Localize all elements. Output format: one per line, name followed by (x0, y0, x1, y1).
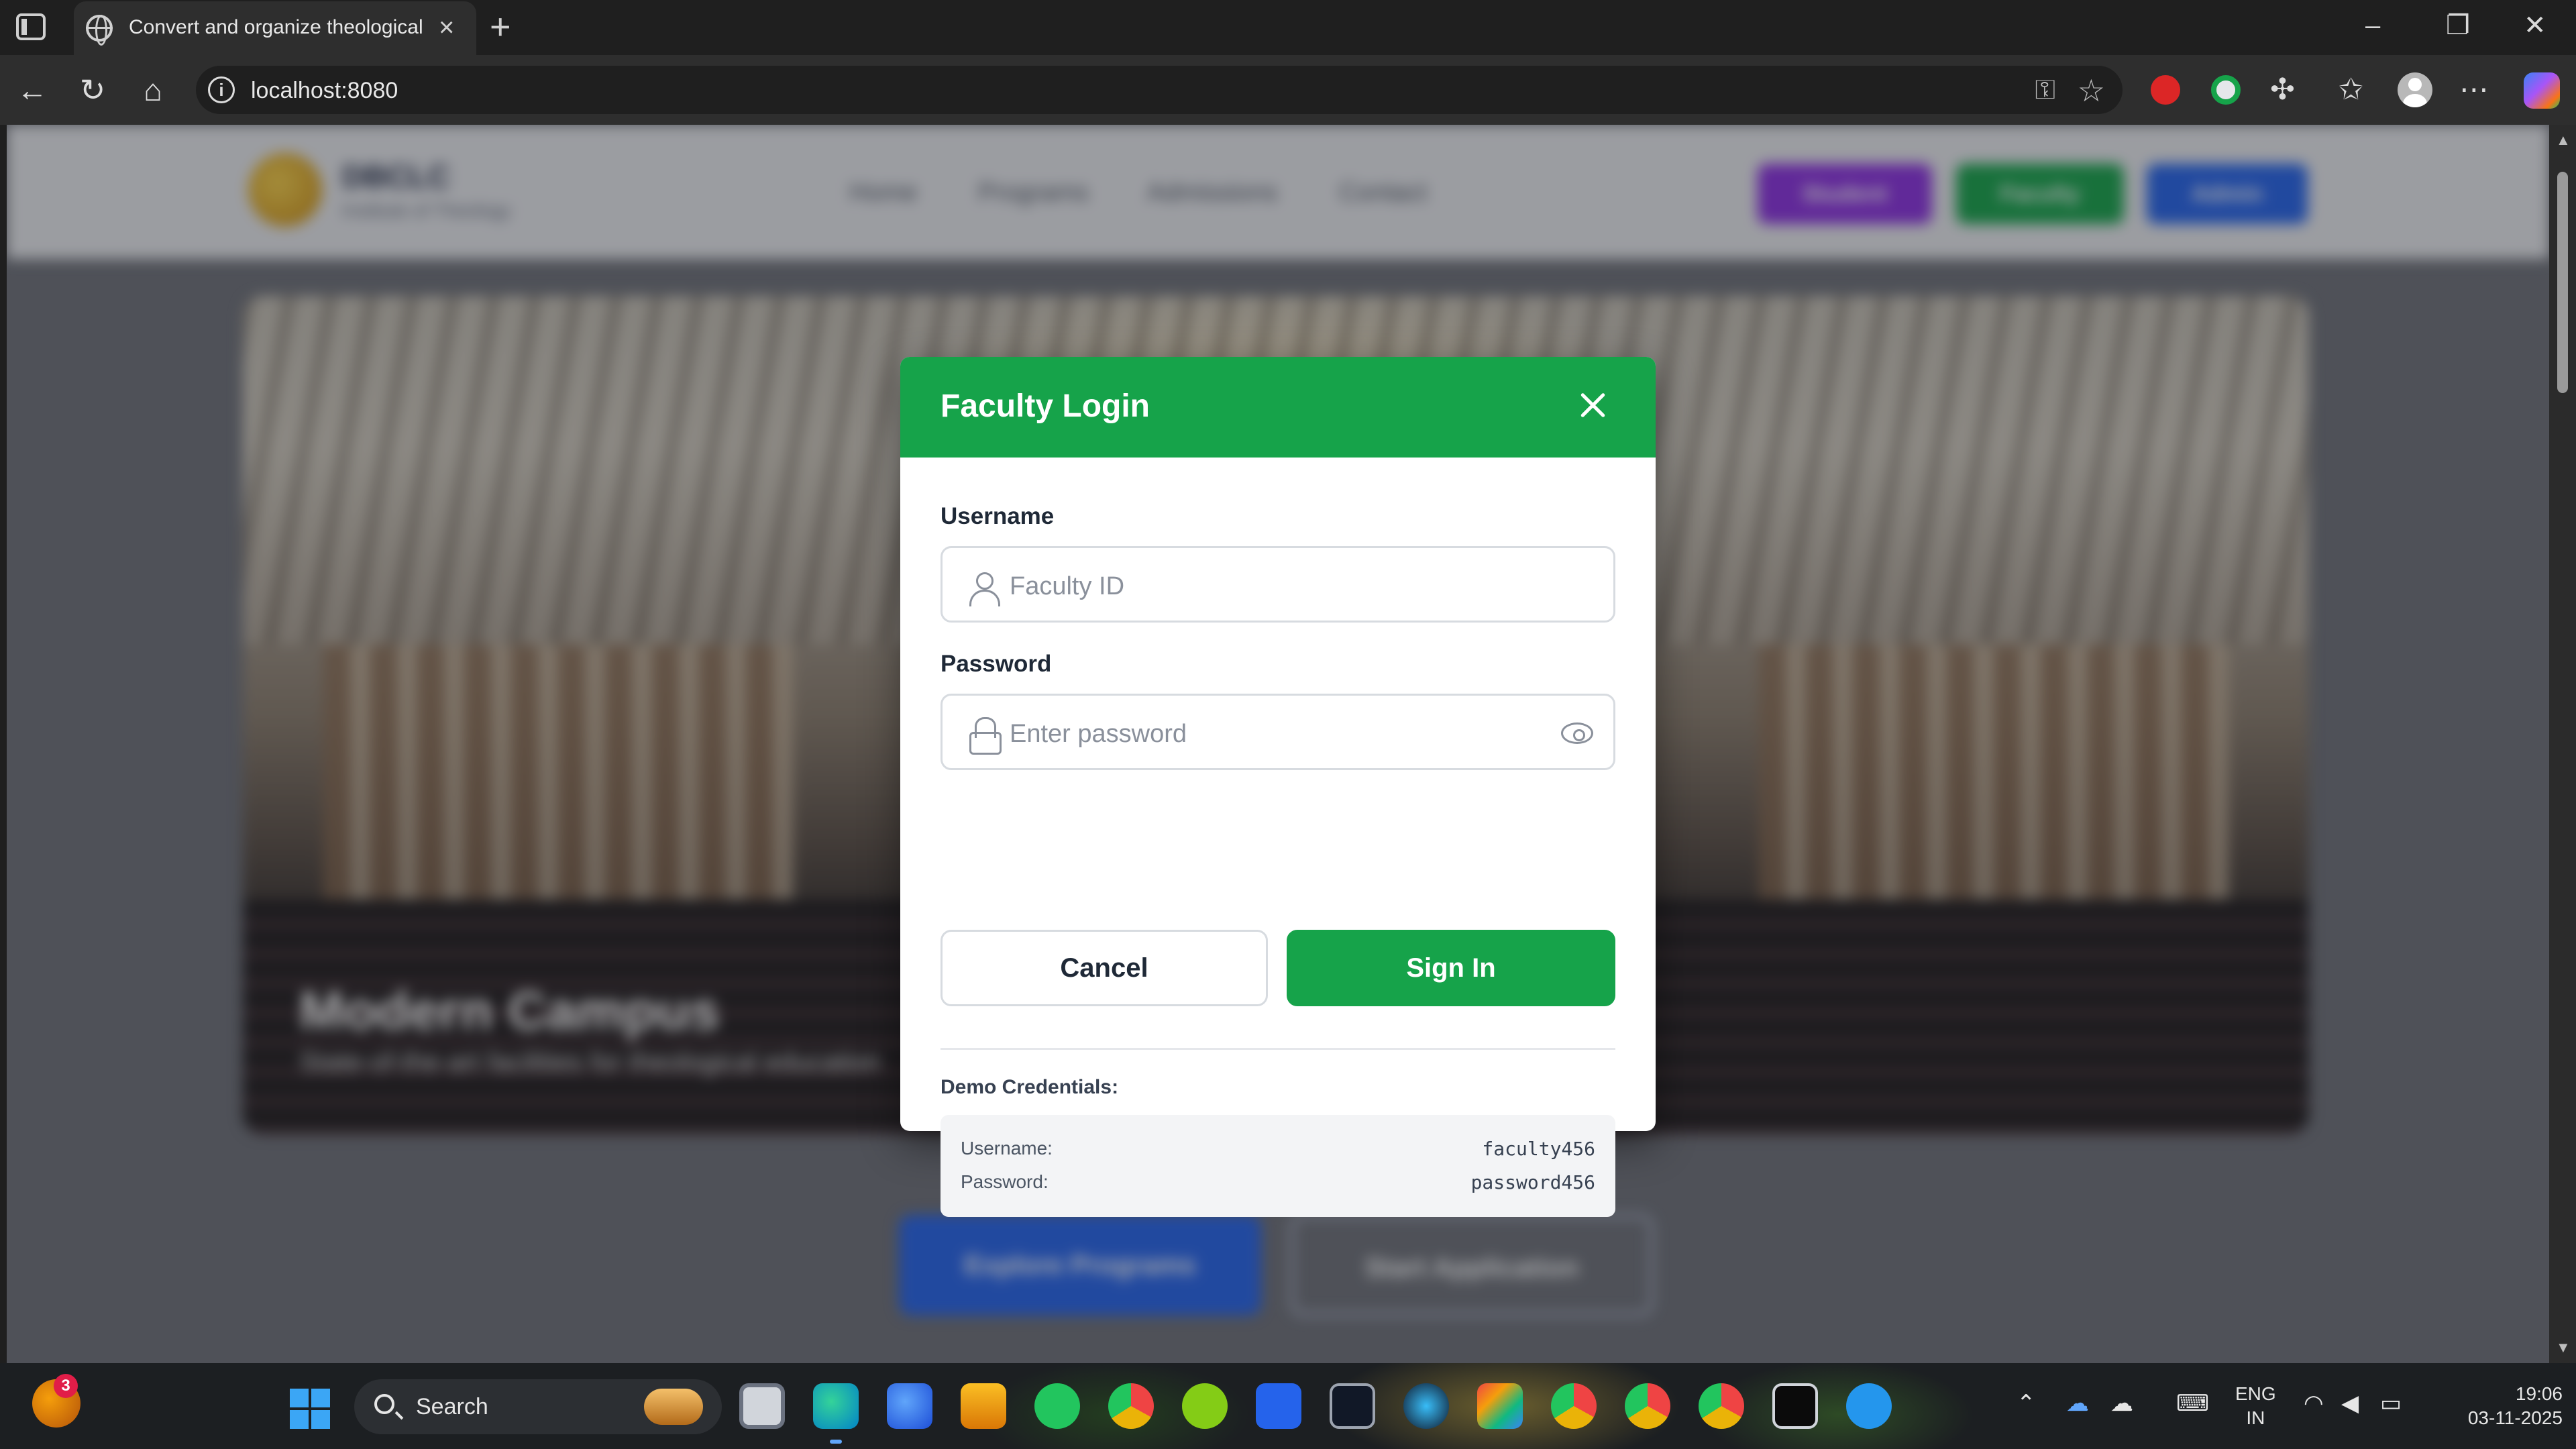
running-indicator (830, 1440, 842, 1444)
window-close-button[interactable]: ✕ (2524, 5, 2546, 46)
lock-icon (969, 717, 1002, 755)
tab-title: Convert and organize theological (129, 16, 423, 38)
volume-icon[interactable]: ◀ (2341, 1390, 2359, 1417)
search-label: Search (416, 1394, 488, 1419)
favorite-star-icon[interactable]: ☆ (2078, 72, 2105, 109)
docker-icon[interactable] (1846, 1383, 1892, 1429)
demo-credentials-box: Username: faculty456 Password: password4… (941, 1115, 1615, 1217)
tab-close-icon[interactable]: × (439, 11, 454, 44)
windows-taskbar: 3 Search ⌃ ☁ ☁ ⌨ ENG IN ◠ ◀ ▭ 19:06 03-1… (0, 1363, 2576, 1449)
file-explorer-icon[interactable] (961, 1383, 1006, 1429)
search-app-icon[interactable] (1403, 1383, 1449, 1429)
region-code: IN (2246, 1407, 2265, 1428)
windows-start-icon[interactable] (290, 1389, 330, 1429)
browser-toolbar: ← ↻ ⌂ i localhost:8080 ⚿ ☆ ✣ ✩ ⋯ (0, 55, 2576, 125)
favorites-icon[interactable]: ✩ (2339, 70, 2363, 110)
back-icon[interactable]: ← (12, 70, 52, 110)
show-hidden-icons[interactable]: ⌃ (2017, 1390, 2036, 1417)
qgis-icon[interactable] (1182, 1383, 1228, 1429)
onedrive-icon[interactable]: ☁ (2066, 1390, 2089, 1417)
search-highlight-icon (644, 1389, 703, 1425)
clock-date: 03-11-2025 (2467, 1407, 2563, 1428)
demo-password-key: Password: (961, 1171, 1049, 1192)
divider (941, 1048, 1615, 1050)
site-info-icon[interactable]: i (208, 76, 235, 103)
scrollbar-thumb[interactable] (2557, 172, 2568, 393)
cancel-button[interactable]: Cancel (941, 930, 1268, 1006)
app-diamond-icon[interactable] (1477, 1383, 1523, 1429)
chrome-profile-icon[interactable] (1699, 1383, 1744, 1429)
url-text: localhost:8080 (251, 78, 398, 103)
minimize-button[interactable]: – (2365, 5, 2380, 46)
task-view-icon[interactable] (739, 1383, 785, 1429)
password-placeholder: Enter password (1010, 720, 1187, 748)
modal-header: Faculty Login (900, 357, 1656, 458)
system-clock[interactable]: 19:06 03-11-2025 (2428, 1382, 2563, 1430)
demo-username-key: Username: (961, 1138, 1053, 1159)
address-bar[interactable]: i localhost:8080 ⚿ ☆ (196, 66, 2123, 114)
user-icon (969, 572, 1000, 606)
show-password-eye-icon[interactable] (1561, 722, 1593, 744)
more-menu-icon[interactable]: ⋯ (2459, 70, 2489, 110)
password-key-icon[interactable]: ⚿ (2035, 75, 2055, 105)
extension-red-icon[interactable] (2151, 75, 2180, 105)
globe-icon (86, 15, 113, 46)
maximize-button[interactable]: ❐ (2446, 5, 2470, 46)
command-prompt-icon[interactable] (1772, 1383, 1818, 1429)
chrome-profile-icon[interactable] (1551, 1383, 1597, 1429)
username-placeholder: Faculty ID (1010, 572, 1125, 600)
scroll-down-icon[interactable]: ▼ (2556, 1339, 2571, 1356)
search-icon (374, 1394, 394, 1414)
extension-shield-icon[interactable] (2211, 75, 2241, 105)
password-input[interactable]: Enter password (941, 694, 1615, 770)
terminal-icon[interactable] (1330, 1383, 1375, 1429)
tab-actions-icon[interactable] (16, 13, 46, 40)
browser-tab-bar: Convert and organize theological × + – ❐… (0, 0, 2576, 55)
language-code: ENG (2235, 1383, 2276, 1404)
battery-icon[interactable]: ▭ (2380, 1390, 2402, 1417)
wifi-icon[interactable]: ◠ (2304, 1390, 2324, 1417)
new-tab-button[interactable]: + (490, 7, 511, 47)
username-input[interactable]: Faculty ID (941, 546, 1615, 623)
reload-icon[interactable]: ↻ (72, 70, 113, 110)
clock-time: 19:06 (2515, 1383, 2563, 1404)
browser-tab[interactable]: Convert and organize theological × (74, 1, 476, 55)
profile-avatar[interactable] (2398, 72, 2432, 107)
close-icon[interactable] (1572, 385, 1613, 425)
copilot-icon[interactable] (2524, 72, 2560, 109)
vscode-icon[interactable] (1256, 1383, 1301, 1429)
tray-app-icon[interactable]: ☁ (2110, 1390, 2133, 1417)
page-scrollbar[interactable]: ▲ ▼ (2549, 125, 2576, 1363)
sign-in-button[interactable]: Sign In (1287, 930, 1615, 1006)
extensions-puzzle-icon[interactable]: ✣ (2270, 70, 2295, 110)
language-indicator[interactable]: ENG IN (2235, 1382, 2276, 1430)
demo-credentials-title: Demo Credentials: (941, 1076, 1119, 1098)
username-label: Username (941, 503, 1055, 529)
password-label: Password (941, 651, 1052, 677)
internet-explorer-icon[interactable] (887, 1383, 932, 1429)
taskbar-search[interactable]: Search (354, 1379, 722, 1434)
whatsapp-icon[interactable] (1034, 1383, 1080, 1429)
demo-password-value: password456 (1470, 1171, 1595, 1193)
scroll-up-icon[interactable]: ▲ (2556, 131, 2571, 149)
chrome-icon[interactable] (1108, 1383, 1154, 1429)
home-icon[interactable]: ⌂ (133, 70, 173, 110)
notification-badge: 3 (54, 1374, 78, 1398)
keyboard-icon[interactable]: ⌨ (2176, 1390, 2209, 1417)
chrome-profile-icon[interactable] (1625, 1383, 1670, 1429)
faculty-login-modal: Faculty Login Username Faculty ID Passwo… (900, 357, 1656, 1131)
demo-username-value: faculty456 (1482, 1138, 1595, 1160)
modal-title: Faculty Login (941, 388, 1150, 424)
edge-browser-icon[interactable] (813, 1383, 859, 1429)
